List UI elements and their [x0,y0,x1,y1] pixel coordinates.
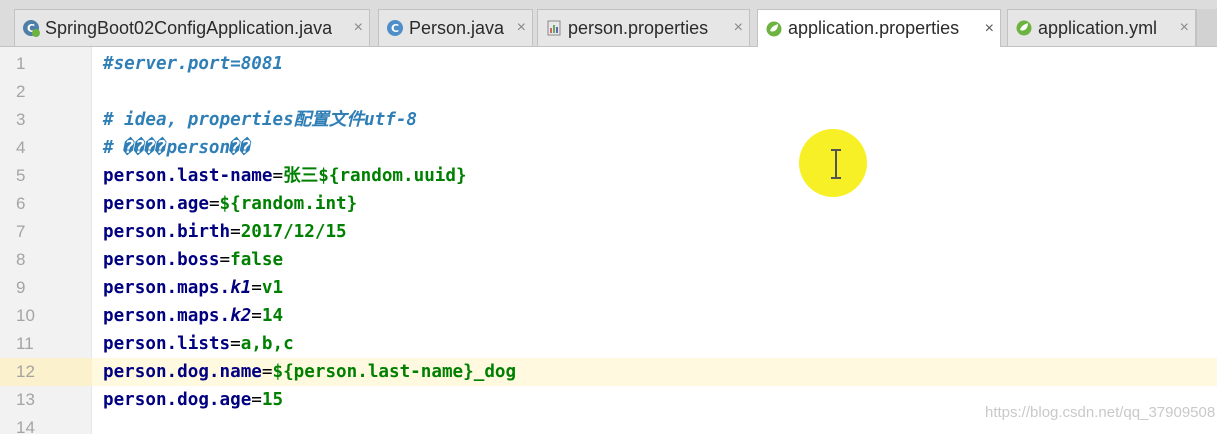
property-key: person.dog.age [103,390,252,410]
property-key-italic: k1 [230,278,252,298]
code-text: person.boss=false [103,246,283,274]
close-icon[interactable]: × [734,19,743,37]
equals-sign: = [261,362,273,382]
property-value: ${person.last-name}_dog [272,362,517,382]
line-number: 13 [16,390,35,409]
close-icon[interactable]: × [517,19,526,37]
equals-sign: = [208,194,220,214]
code-line[interactable]: 3 # idea, properties配置文件utf-8 [0,106,1217,134]
equals-sign: = [272,166,284,186]
line-number: 5 [16,166,26,185]
line-number: 11 [16,334,34,353]
code-line[interactable]: 1 #server.port=8081 [0,50,1217,78]
line-number: 6 [16,194,26,213]
property-value: 15 [261,390,284,410]
tab-label: Person.java [409,17,505,38]
equals-sign: = [230,222,241,242]
property-key: person.boss [103,250,220,270]
line-number: 10 [16,306,35,325]
code-text: person.last-name=张三${random.uuid} [103,162,467,190]
line-number: 14 [16,418,35,437]
code-line[interactable]: 2 [0,78,1217,106]
tab-label: SpringBoot02ConfigApplication.java [45,17,333,38]
java-class-icon: C [387,20,403,36]
code-line[interactable]: 6 person.age=${random.int} [0,190,1217,218]
spring-yml-icon [1016,20,1032,36]
property-key-italic: k2 [230,306,252,326]
code-line[interactable]: 5 person.last-name=张三${random.uuid} [0,162,1217,190]
property-value: 2017/12/15 [240,222,347,242]
equals-sign: = [251,278,262,298]
tab-label: person.properties [568,17,709,38]
tab-application-yml[interactable]: application.yml × [1007,9,1196,46]
property-value: 张三${random.uuid} [283,166,467,186]
editor-tab-bar: C SpringBoot02ConfigApplication.java × C… [0,0,1217,47]
text-cursor-icon [831,149,841,179]
property-key: person.maps. [103,278,231,298]
property-key: person.birth [103,222,231,242]
tab-person-java[interactable]: C Person.java × [378,9,533,46]
line-number: 1 [16,54,26,73]
spring-properties-icon [766,21,782,36]
code-line[interactable]: 10 person.maps.k2=14 [0,302,1217,330]
line-number: 2 [16,82,26,101]
equals-sign: = [230,334,241,354]
property-key: person.dog.name [103,362,262,382]
property-key: person.age [103,194,209,214]
code-text: person.maps.k2=14 [103,302,283,330]
equals-sign: = [251,306,262,326]
properties-file-icon [547,20,561,36]
watermark: https://blog.csdn.net/qq_37909508 [985,404,1216,421]
svg-text:C: C [391,22,399,35]
code-line[interactable]: 8 person.boss=false [0,246,1217,274]
property-value: a,b,c [240,334,294,354]
code-text: person.age=${random.int} [103,190,357,218]
code-text: person.birth=2017/12/15 [103,218,347,246]
tab-scroll-area[interactable] [1196,9,1217,46]
code-comment: # ����person�� [103,138,252,158]
property-value: false [230,250,284,270]
code-text: person.dog.name=${person.last-name}_dog [103,358,516,386]
property-value: ${random.int} [219,194,358,214]
close-icon[interactable]: × [985,20,994,38]
property-key: person.last-name [103,166,273,186]
code-line-current[interactable]: 12 person.dog.name=${person.last-name}_d… [0,358,1217,386]
line-number: 7 [16,222,26,241]
code-editor[interactable]: 1 #server.port=8081 2 3 # idea, properti… [0,47,1217,437]
code-text: person.dog.age=15 [103,386,283,414]
property-key: person.lists [103,334,231,354]
spring-java-class-icon: C [23,20,40,37]
tab-label: application.properties [788,18,960,38]
code-text: person.lists=a,b,c [103,330,294,358]
line-number: 8 [16,250,26,269]
code-line[interactable]: 4 # ����person�� [0,134,1217,162]
code-text: person.maps.k1=v1 [103,274,283,302]
line-number: 12 [0,358,92,386]
property-value: v1 [261,278,284,298]
tab-person-properties[interactable]: person.properties × [537,9,750,46]
close-icon[interactable]: × [354,19,363,37]
property-value: 14 [261,306,284,326]
equals-sign: = [219,250,231,270]
code-comment: #server.port=8081 [103,54,284,74]
tab-label: application.yml [1038,17,1158,38]
code-line[interactable]: 7 person.birth=2017/12/15 [0,218,1217,246]
tab-application-properties[interactable]: application.properties × [757,9,1001,47]
close-icon[interactable]: × [1180,19,1189,37]
equals-sign: = [251,390,262,410]
code-line[interactable]: 9 person.maps.k1=v1 [0,274,1217,302]
code-line[interactable]: 11 person.lists=a,b,c [0,330,1217,358]
property-key: person.maps. [103,306,231,326]
line-number: 3 [16,110,26,129]
code-comment: # idea, properties配置文件utf-8 [103,110,417,130]
tab-springboot02configapplication[interactable]: C SpringBoot02ConfigApplication.java × [14,9,370,46]
line-number: 4 [16,138,26,157]
line-number: 9 [16,278,26,297]
